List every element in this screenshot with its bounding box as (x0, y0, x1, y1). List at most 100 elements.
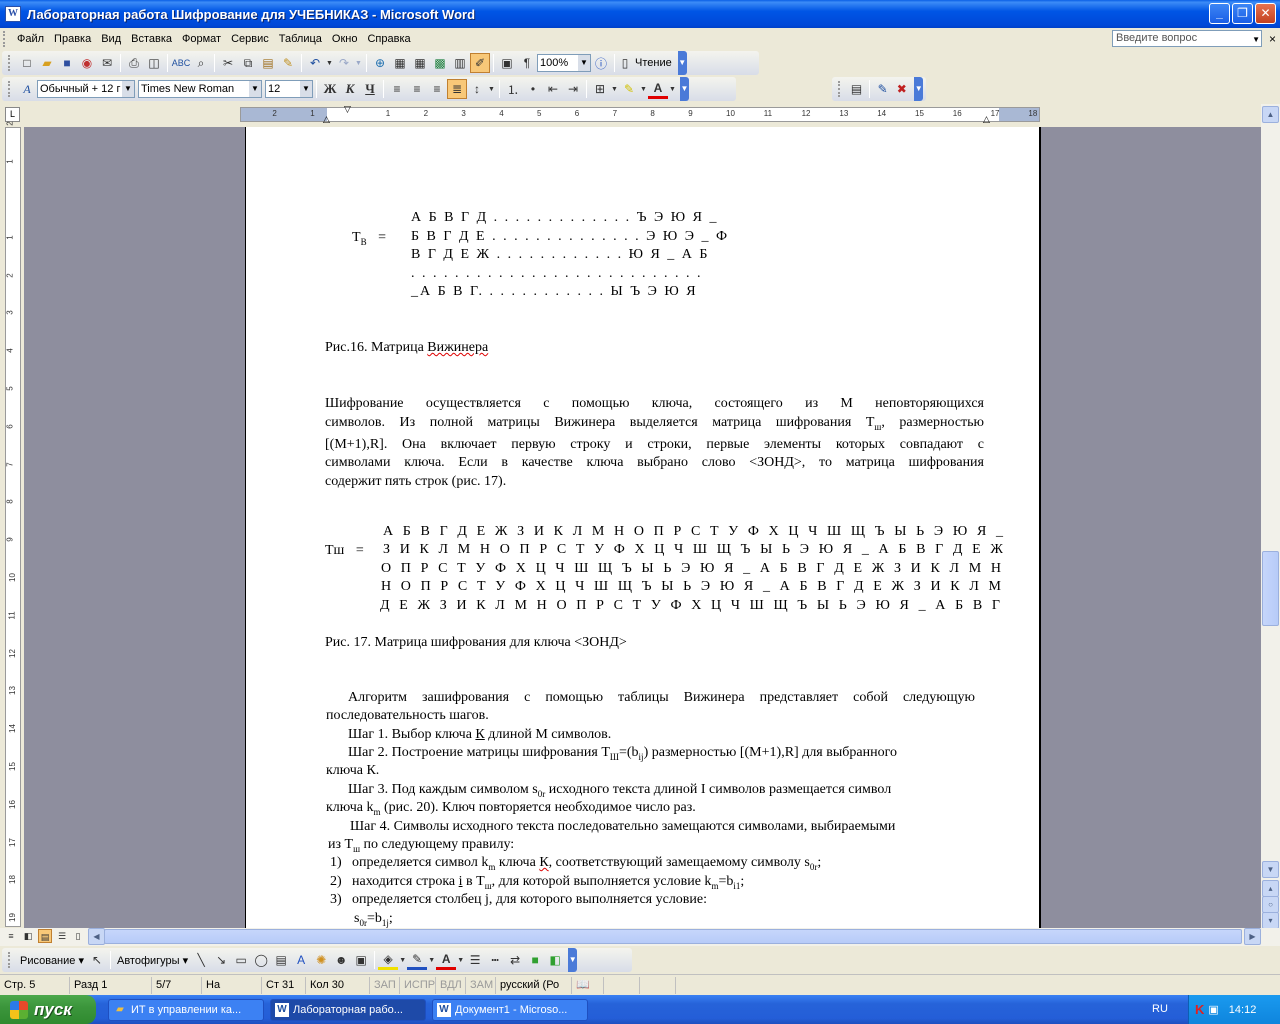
status-record[interactable]: ЗАП (370, 976, 400, 994)
status-extend[interactable]: ВДЛ (436, 976, 466, 994)
redo-dropdown-icon[interactable]: ▼ (354, 53, 363, 73)
increase-indent-icon[interactable]: ⇥ (563, 79, 583, 99)
show-markup-icon[interactable]: ▤ (847, 79, 866, 99)
reject-change-icon[interactable]: ✖ (892, 79, 911, 99)
menu-tools[interactable]: Сервис (226, 33, 274, 45)
taskbar-item[interactable]: ▰ ИТ в управлении ка... (108, 998, 264, 1021)
toolbar-options-icon[interactable]: ▼ (914, 77, 924, 101)
chevron-down-icon[interactable]: ▼ (1252, 32, 1260, 47)
minimize-button[interactable]: _ (1209, 3, 1230, 24)
columns-icon[interactable]: ▥ (450, 53, 470, 73)
borders-dropdown-icon[interactable]: ▼ (610, 79, 619, 99)
outline-view-icon[interactable]: ☰ (55, 929, 69, 943)
next-page-icon[interactable]: ▾ (1262, 912, 1279, 929)
underline-button[interactable]: Ч (360, 79, 380, 99)
status-language[interactable]: русский (Ро (496, 976, 572, 994)
spelling-status-icon[interactable]: 📖 (572, 976, 604, 994)
font-color-icon[interactable]: A (436, 950, 457, 970)
font-color-icon[interactable]: A (648, 79, 668, 99)
undo-icon[interactable]: ↶ (305, 53, 325, 73)
start-button[interactable]: пуск (0, 995, 96, 1024)
menu-view[interactable]: Вид (96, 33, 126, 45)
vertical-ruler[interactable]: 2 1 1 2 3 4 5 6 7 8 9 10 11 12 13 14 15 16 17 18 19 (5, 122, 21, 927)
menu-table[interactable]: Таблица (274, 33, 327, 45)
new-document-icon[interactable]: □ (17, 53, 37, 73)
line-spacing-icon[interactable]: ↕ (467, 79, 487, 99)
print-icon[interactable]: ⎙ (124, 53, 144, 73)
fill-dropdown-icon[interactable]: ▼ (398, 950, 407, 970)
insert-table-icon[interactable]: ▦ (410, 53, 430, 73)
highlight-dropdown-icon[interactable]: ▼ (639, 79, 648, 99)
toolbar-grip[interactable] (8, 81, 12, 97)
chevron-down-icon[interactable]: ▼ (578, 55, 590, 71)
align-left-icon[interactable]: ≡ (387, 79, 407, 99)
toolbar-options-icon[interactable]: ▼ (680, 77, 689, 101)
toolbar-grip[interactable] (838, 81, 842, 97)
clipart-icon[interactable]: ☻ (331, 950, 351, 970)
select-objects-icon[interactable]: ↖ (87, 950, 107, 970)
close-button[interactable]: ✕ (1255, 3, 1276, 24)
menu-window[interactable]: Окно (327, 33, 363, 45)
paste-icon[interactable]: ▤ (258, 53, 278, 73)
wordart-icon[interactable]: A (291, 950, 311, 970)
toolbar-grip[interactable] (8, 55, 12, 71)
permission-icon[interactable]: ◉ (77, 53, 97, 73)
borders-icon[interactable]: ⊞ (590, 79, 610, 99)
antivirus-icon[interactable]: K (1195, 1002, 1204, 1017)
language-indicator[interactable]: RU (1152, 1003, 1168, 1015)
show-formatting-icon[interactable]: ¶ (517, 53, 537, 73)
style-select[interactable]: Обычный + 12 г ▼ (37, 80, 135, 98)
font-color-dropdown-icon[interactable]: ▼ (456, 950, 465, 970)
font-select[interactable]: Times New Roman ▼ (138, 80, 262, 98)
zoom-select[interactable]: 100% ▼ (537, 54, 591, 72)
web-view-icon[interactable]: ◧ (21, 929, 35, 943)
drawing-menu-button[interactable]: Рисование ▾ (17, 954, 87, 967)
tables-borders-icon[interactable]: ▦ (390, 53, 410, 73)
3d-icon[interactable]: ◧ (545, 950, 565, 970)
hanging-indent-marker[interactable]: △ (323, 114, 330, 125)
tab-selector-icon[interactable]: L (5, 107, 20, 122)
numbering-icon[interactable]: ⒈ (503, 79, 523, 99)
dash-style-icon[interactable]: ┅ (485, 950, 505, 970)
line-icon[interactable]: ╲ (191, 950, 211, 970)
research-icon[interactable]: ⌕ (191, 53, 211, 73)
accept-change-icon[interactable]: ✎ (873, 79, 892, 99)
close-document-icon[interactable]: × (1269, 32, 1276, 46)
diagram-icon[interactable]: ✺ (311, 950, 331, 970)
clock[interactable]: 14:12 (1229, 1004, 1257, 1016)
network-icon[interactable]: ▣ (1208, 1003, 1218, 1016)
text-box-icon[interactable]: ▤ (271, 950, 291, 970)
insert-excel-icon[interactable]: ▩ (430, 53, 450, 73)
line-style-icon[interactable]: ☰ (465, 950, 485, 970)
shadow-icon[interactable]: ■ (525, 950, 545, 970)
browse-object-icon[interactable]: ○ (1262, 896, 1279, 913)
align-center-icon[interactable]: ≡ (407, 79, 427, 99)
align-justify-icon[interactable]: ≣ (447, 79, 467, 99)
hyperlink-icon[interactable]: ⊕ (370, 53, 390, 73)
open-folder-icon[interactable]: ▰ (37, 53, 57, 73)
autoshapes-button[interactable]: Автофигуры ▾ (114, 954, 191, 967)
chevron-down-icon[interactable]: ▼ (122, 81, 134, 97)
reading-button[interactable]: Чтение (632, 57, 675, 69)
taskbar-item-active[interactable]: W Лабораторная рабо... (270, 998, 426, 1021)
maximize-button[interactable]: ❐ (1232, 3, 1253, 24)
bullets-icon[interactable]: • (523, 79, 543, 99)
first-line-indent-marker[interactable]: ▽ (344, 104, 351, 115)
undo-dropdown-icon[interactable]: ▼ (325, 53, 334, 73)
highlight-icon[interactable]: ✎ (619, 79, 639, 99)
reading-layout-icon[interactable]: ▯ (618, 53, 632, 73)
decrease-indent-icon[interactable]: ⇤ (543, 79, 563, 99)
cut-icon[interactable]: ✂ (218, 53, 238, 73)
fill-color-icon[interactable]: ◈ (378, 950, 399, 970)
scroll-thumb[interactable] (1262, 551, 1279, 626)
drawing-toggle-icon[interactable]: ✐ (470, 53, 490, 73)
menu-format[interactable]: Формат (177, 33, 226, 45)
format-painter-icon[interactable]: ✎ (278, 53, 298, 73)
align-right-icon[interactable]: ≡ (427, 79, 447, 99)
menubar-grip[interactable] (3, 31, 7, 47)
right-indent-marker[interactable]: △ (983, 114, 990, 125)
email-icon[interactable]: ✉ (97, 53, 117, 73)
save-icon[interactable]: ■ (57, 53, 77, 73)
oval-icon[interactable]: ◯ (251, 950, 271, 970)
toolbar-options-icon[interactable]: ▼ (568, 948, 578, 972)
